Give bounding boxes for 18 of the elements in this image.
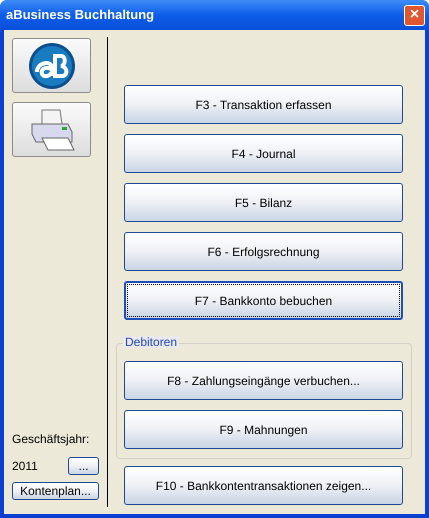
function-button[interactable]: F3 - Transaktion erfassen: [124, 85, 403, 124]
printer-button[interactable]: [12, 102, 91, 157]
function-button[interactable]: F7 - Bankkonto bebuchen: [124, 281, 403, 320]
function-button[interactable]: F4 - Journal: [124, 134, 403, 173]
chart-of-accounts-button[interactable]: Kontenplan...: [12, 482, 99, 500]
fiscal-year-label: Geschäftsjahr:: [12, 431, 90, 448]
function-button[interactable]: F9 - Mahnungen: [124, 410, 403, 449]
group-legend: Debitoren: [123, 336, 180, 348]
function-button[interactable]: F8 - Zahlungseingänge verbuchen...: [124, 361, 403, 400]
year-picker-button[interactable]: ...: [68, 457, 99, 475]
logo-icon: [28, 42, 76, 90]
function-button[interactable]: F5 - Bilanz: [124, 183, 403, 222]
fiscal-year-value: 2011: [12, 458, 38, 475]
logo-button[interactable]: [12, 38, 91, 93]
function-button[interactable]: F10 - Bankkontentransaktionen zeigen...: [124, 466, 403, 505]
close-button[interactable]: ×: [404, 4, 425, 26]
window-title: aBusiness Buchhaltung: [6, 6, 154, 24]
function-button[interactable]: F6 - Erfolgsrechnung: [124, 232, 403, 271]
